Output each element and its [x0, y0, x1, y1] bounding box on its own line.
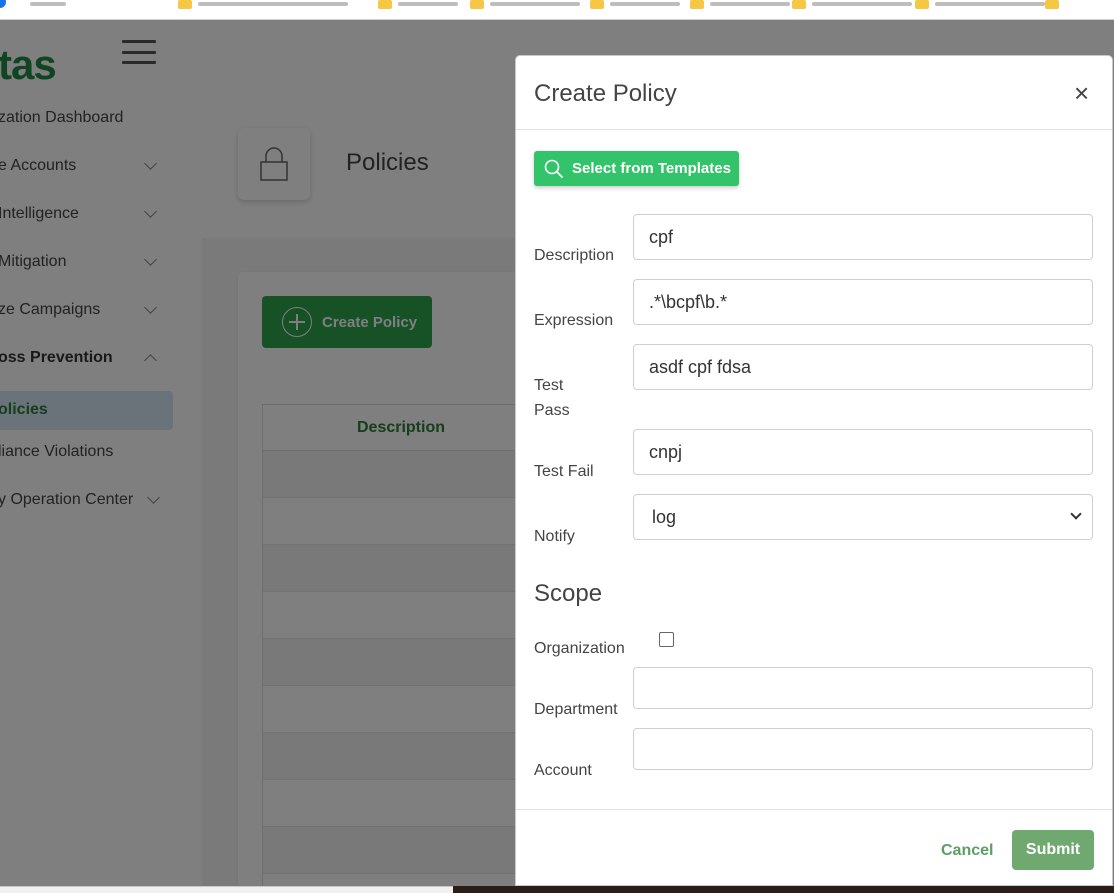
expression-label: Expression: [534, 312, 614, 329]
organization-label: Organization: [534, 640, 625, 657]
description-label: Description: [534, 247, 615, 264]
account-field[interactable]: [633, 728, 1093, 770]
account-label: Account: [534, 762, 592, 779]
test-pass-field[interactable]: [633, 344, 1093, 390]
folder-icon: [470, 0, 484, 9]
modal-title: Create Policy: [534, 80, 677, 107]
create-policy-modal: Create Policy × Select from Templates De…: [515, 55, 1113, 886]
bookmark-folder[interactable]: [378, 0, 458, 11]
folder-icon: [792, 0, 806, 9]
department-field[interactable]: [633, 667, 1093, 709]
modal-header: Create Policy ×: [516, 56, 1112, 130]
folder-icon: [378, 0, 392, 9]
bookmarks-bar: [0, 0, 1114, 20]
bookmark-folder[interactable]: [915, 0, 1045, 11]
select-from-templates-button[interactable]: Select from Templates: [534, 151, 739, 186]
bookmark-folder[interactable]: [470, 0, 580, 11]
close-icon[interactable]: ×: [1074, 80, 1089, 106]
modal-footer: Cancel Submit: [516, 809, 1112, 886]
submit-button[interactable]: Submit: [1012, 830, 1094, 870]
scope-heading: Scope: [534, 580, 603, 607]
taskbar-strip: [0, 886, 1114, 893]
bookmark-folder[interactable]: [1045, 0, 1065, 11]
folder-icon: [590, 0, 604, 9]
bookmark-item[interactable]: [30, 0, 66, 11]
bookmark-folder[interactable]: [590, 0, 680, 11]
folder-icon: [915, 0, 929, 9]
app-window: tas zation Dashboard e Accounts Intellig…: [0, 20, 1114, 886]
notify-selected-value: log: [652, 506, 677, 527]
select-from-templates-label: Select from Templates: [572, 160, 731, 177]
test-fail-label: Test Fail: [534, 463, 594, 480]
search-icon: [544, 159, 564, 178]
description-field[interactable]: [633, 214, 1093, 260]
notify-select[interactable]: log: [633, 494, 1093, 540]
folder-icon: [690, 0, 704, 9]
taskbar-window-preview: [0, 886, 453, 893]
folder-icon: [1045, 0, 1059, 9]
folder-icon: [178, 0, 192, 9]
bookmark-folder[interactable]: [690, 0, 790, 11]
expression-field[interactable]: [633, 279, 1093, 325]
organization-checkbox[interactable]: [659, 632, 674, 647]
test-pass-label: Test Pass: [534, 377, 570, 419]
bookmark-folder[interactable]: [792, 0, 912, 11]
test-fail-field[interactable]: [633, 429, 1093, 475]
department-label: Department: [534, 701, 618, 718]
cancel-button[interactable]: Cancel: [941, 842, 993, 860]
chevron-down-icon: [1070, 508, 1082, 520]
notify-label: Notify: [534, 528, 575, 545]
bookmark-folder[interactable]: [178, 0, 348, 11]
google-icon[interactable]: [0, 0, 6, 8]
